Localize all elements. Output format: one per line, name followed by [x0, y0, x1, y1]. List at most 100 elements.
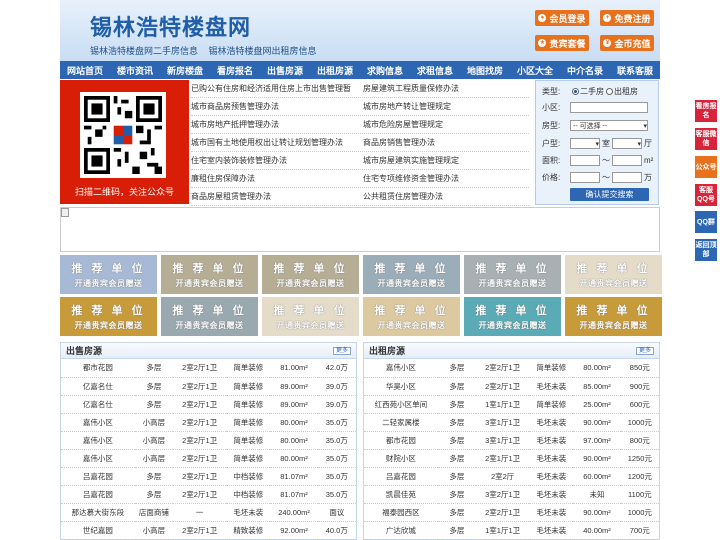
recommended-unit-tile[interactable]: 推 荐 单 位开通贵宾会员赠送: [60, 297, 157, 336]
recommended-unit-tile[interactable]: 推 荐 单 位开通贵宾会员赠送: [464, 255, 561, 294]
policy-link[interactable]: 已购公有住房和经济适用住房上市出售管理暂: [191, 83, 363, 94]
rent-more-button[interactable]: 更多: [635, 346, 654, 355]
policy-link[interactable]: 城市房地产抵押管理办法: [191, 119, 363, 130]
table-cell[interactable]: 都市花园: [364, 431, 438, 450]
table-row[interactable]: 嘉伟小区 多层 2室2厅1卫 简单装修 80.00m² 850元: [364, 359, 659, 378]
hall-select[interactable]: ▾: [612, 138, 642, 149]
recommended-unit-tile[interactable]: 推 荐 单 位开通贵宾会员赠送: [565, 255, 662, 294]
table-row[interactable]: 凯晨佳苑 多层 3室2厅1卫 毛坯未装 未知 1100元: [364, 485, 659, 504]
table-row[interactable]: 吕嘉花园 多层 2室2厅1卫 中档装修 81.07m² 35.0万: [61, 467, 356, 486]
policy-link[interactable]: 商品房屋租赁管理办法: [191, 191, 363, 202]
float-button[interactable]: 客服QQ号: [695, 184, 717, 206]
table-cell[interactable]: 财院小区: [364, 449, 438, 468]
ad-banner[interactable]: [60, 207, 660, 252]
table-cell[interactable]: 亿嘉名仕: [61, 377, 135, 396]
policy-link[interactable]: 城市危险房屋管理规定: [363, 119, 529, 130]
table-cell[interactable]: 嘉伟小区: [61, 413, 135, 432]
nav-home[interactable]: 网站首页: [60, 61, 110, 79]
recommended-unit-tile[interactable]: 推 荐 单 位开通贵宾会员赠送: [262, 297, 359, 336]
table-cell[interactable]: 广达欣城: [364, 521, 438, 540]
table-row[interactable]: 亿嘉名仕 多层 2室2厅1卫 简单装修 89.00m² 39.0万: [61, 377, 356, 396]
table-cell[interactable]: 都市花园: [61, 359, 135, 378]
table-row[interactable]: 二轻家属楼 多层 3室1厅1卫 毛坯未装 90.00m² 1000元: [364, 413, 659, 432]
policy-link[interactable]: 住宅室内装饰装修管理办法: [191, 155, 363, 166]
type-radio-secondhand[interactable]: [572, 88, 579, 95]
recommended-unit-tile[interactable]: 推 荐 单 位开通贵宾会员赠送: [60, 255, 157, 294]
table-cell[interactable]: 嘉伟小区: [61, 431, 135, 450]
table-cell[interactable]: 二轻家属楼: [364, 413, 438, 432]
table-cell[interactable]: 吕嘉花园: [364, 467, 438, 486]
community-input[interactable]: [570, 102, 648, 113]
table-row[interactable]: 都市花园 多层 3室1厅1卫 毛坯未装 97.00m² 800元: [364, 431, 659, 450]
table-row[interactable]: 亿嘉名仕 多层 2室2厅1卫 简单装修 89.00m² 39.0万: [61, 395, 356, 414]
site-logo-title[interactable]: 锡林浩特楼盘网: [90, 10, 251, 42]
float-button[interactable]: QQ群: [695, 211, 717, 233]
policy-link[interactable]: 公共租赁住房管理办法: [363, 191, 529, 202]
policy-link[interactable]: 房屋建筑工程质量保修办法: [363, 83, 529, 94]
table-row[interactable]: 财院小区 多层 2室1厅1卫 毛坯未装 90.00m² 1250元: [364, 449, 659, 468]
float-button[interactable]: 公众号: [695, 156, 717, 178]
table-row[interactable]: 广达欣城 多层 1室1厅1卫 毛坯未装 40.00m² 700元: [364, 521, 659, 540]
table-cell[interactable]: 福泰园西区: [364, 503, 438, 522]
type-radio-rental[interactable]: [606, 88, 613, 95]
recommended-unit-tile[interactable]: 推 荐 单 位开通贵宾会员赠送: [363, 297, 460, 336]
sale-more-button[interactable]: 更多: [332, 346, 351, 355]
recommended-unit-tile[interactable]: 推 荐 单 位开通贵宾会员赠送: [262, 255, 359, 294]
nav-for-sale[interactable]: 出售房源: [260, 61, 310, 79]
area-min-input[interactable]: [570, 155, 600, 166]
recommended-unit-tile[interactable]: 推 荐 单 位开通贵宾会员赠送: [161, 297, 258, 336]
nav-news[interactable]: 楼市资讯: [110, 61, 160, 79]
recommended-unit-tile[interactable]: 推 荐 单 位开通贵宾会员赠送: [161, 255, 258, 294]
coin-recharge-button[interactable]: ¥ 金币充值: [600, 35, 654, 51]
table-cell[interactable]: 那达慕大街东段: [61, 503, 135, 522]
table-row[interactable]: 世纪嘉园 小高层 2室2厅1卫 精致装修 92.00m² 40.0万: [61, 521, 356, 540]
table-row[interactable]: 那达慕大街东段 店面商铺一毛坯未装 240.00m² 面议: [61, 503, 356, 522]
table-row[interactable]: 红西苑小区单间 多层 1室1厅1卫 简单装修 25.00m² 600元: [364, 395, 659, 414]
room-select[interactable]: ▾: [570, 138, 600, 149]
table-cell[interactable]: 嘉伟小区: [61, 449, 135, 468]
nav-agents[interactable]: 中介名录: [560, 61, 610, 79]
table-cell[interactable]: 红西苑小区单间: [364, 395, 438, 414]
policy-link[interactable]: 城市房屋建筑实施管理规定: [363, 155, 529, 166]
register-button[interactable]: + 免费注册: [600, 10, 654, 26]
float-button[interactable]: 看房报名: [695, 100, 717, 122]
nav-communities[interactable]: 小区大全: [510, 61, 560, 79]
table-row[interactable]: 嘉伟小区 小高层 2室2厅1卫 简单装修 80.00m² 35.0万: [61, 449, 356, 468]
recommended-unit-tile[interactable]: 推 荐 单 位开通贵宾会员赠送: [464, 297, 561, 336]
nav-new-homes[interactable]: 新房楼盘: [160, 61, 210, 79]
price-min-input[interactable]: [570, 172, 600, 183]
table-row[interactable]: 吕嘉花园 多层 2室2厅 毛坯未装 60.00m² 1200元: [364, 467, 659, 486]
recommended-unit-tile[interactable]: 推 荐 单 位开通贵宾会员赠送: [363, 255, 460, 294]
float-button[interactable]: 返回顶部: [695, 239, 717, 261]
area-max-input[interactable]: [612, 155, 642, 166]
table-row[interactable]: 都市花园 多层 2室2厅1卫 简单装修 81.00m² 42.0万: [61, 359, 356, 378]
policy-link[interactable]: 城市商品房预售管理办法: [191, 101, 363, 112]
nav-map-search[interactable]: 地图找房: [460, 61, 510, 79]
nav-viewing-signup[interactable]: 看房报名: [210, 61, 260, 79]
table-cell[interactable]: 华昊小区: [364, 377, 438, 396]
table-cell[interactable]: 吕嘉花园: [61, 485, 135, 504]
sub-link-secondhand[interactable]: 锡林浩特楼盘网二手房信息: [90, 46, 198, 56]
policy-link[interactable]: 城市房地产转让管理规定: [363, 101, 529, 112]
nav-wanted-rent[interactable]: 求租信息: [410, 61, 460, 79]
float-button[interactable]: 客服微信: [695, 128, 717, 150]
policy-link[interactable]: 商品房销售管理办法: [363, 137, 529, 148]
table-row[interactable]: 华昊小区 多层 2室2厅1卫 毛坯未装 85.00m² 900元: [364, 377, 659, 396]
nav-wanted-buy[interactable]: 求购信息: [360, 61, 410, 79]
nav-for-rent[interactable]: 出租房源: [310, 61, 360, 79]
search-submit-button[interactable]: 确认提交搜索: [570, 188, 649, 201]
policy-link[interactable]: 住宅专项维修资金管理办法: [363, 173, 529, 184]
style-select[interactable]: -- 可选择 -- ▾: [570, 120, 648, 131]
table-cell[interactable]: 吕嘉花园: [61, 467, 135, 486]
policy-link[interactable]: 廉租住房保障办法: [191, 173, 363, 184]
recommended-unit-tile[interactable]: 推 荐 单 位开通贵宾会员赠送: [565, 297, 662, 336]
table-cell[interactable]: 嘉伟小区: [364, 359, 438, 378]
table-row[interactable]: 吕嘉花园 多层 2室2厅1卫 中档装修 81.07m² 35.0万: [61, 485, 356, 504]
nav-contact[interactable]: 联系客服: [610, 61, 660, 79]
table-row[interactable]: 嘉伟小区 小高层 2室2厅1卫 简单装修 80.00m² 35.0万: [61, 431, 356, 450]
login-button[interactable]: ● 会员登录: [535, 10, 589, 26]
table-row[interactable]: 福泰园西区 多层 2室2厅1卫 毛坯未装 90.00m² 1000元: [364, 503, 659, 522]
policy-link[interactable]: 城市国有土地使用权出让转让规划管理办法: [191, 137, 363, 148]
sub-link-rental[interactable]: 锡林浩特楼盘网出租房信息: [209, 46, 317, 56]
table-cell[interactable]: 凯晨佳苑: [364, 485, 438, 504]
